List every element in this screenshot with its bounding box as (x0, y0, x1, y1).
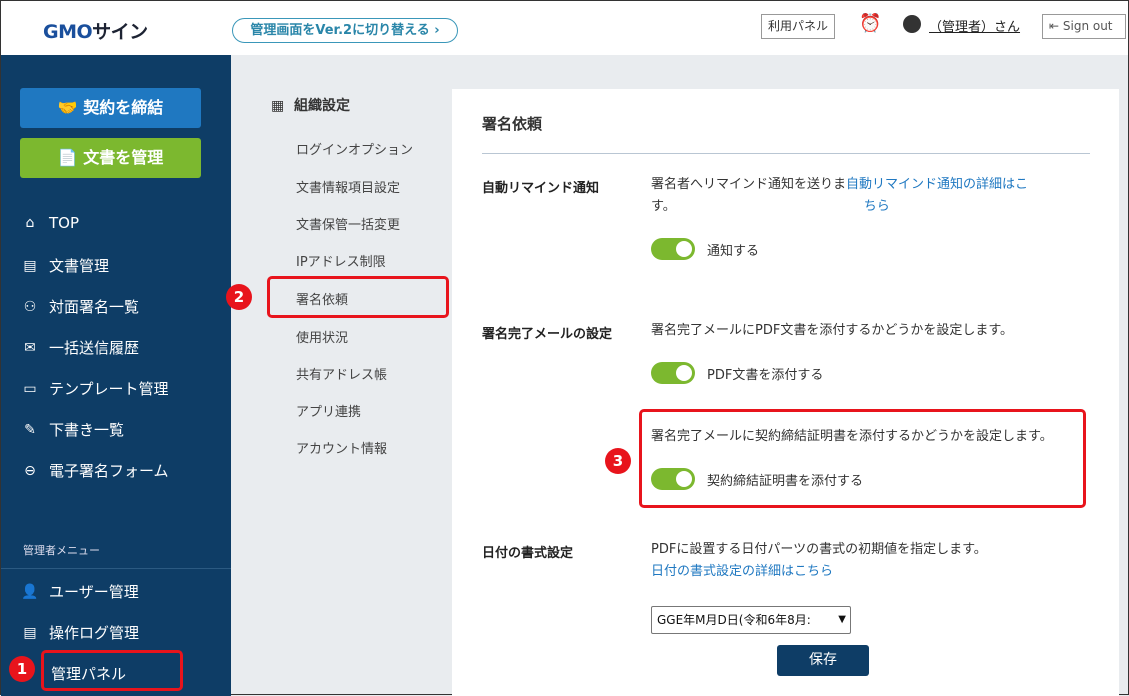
settings-card: 署名依頼 自動リマインド通知 署名者へリマインド通知を送りま自動リマインド通知の… (452, 89, 1119, 696)
logo[interactable]: GMOサイン (43, 17, 148, 44)
highlight-box-3 (639, 409, 1086, 508)
nav-logs[interactable]: ▤ 操作ログ管理 (21, 622, 139, 643)
submenu-heading: ▦ 組織設定 (271, 98, 350, 114)
settings-submenu: ▦ 組織設定 ログインオプション 文書情報項目設定 文書保管一括変更 IPアドレ… (231, 59, 451, 696)
submenu-item[interactable]: ログインオプション (296, 139, 413, 158)
annotation-badge-1: 1 (9, 656, 35, 682)
admin-menu-heading: 管理者メニュー (23, 544, 100, 557)
submenu-item[interactable]: 共有アドレス帳 (296, 364, 387, 383)
toggle-switch[interactable] (651, 238, 695, 260)
user-link[interactable]: （管理者）さん (929, 16, 1020, 35)
toggle-switch[interactable] (651, 362, 695, 384)
tray-icon: ▭ (23, 380, 37, 397)
document-icon: ▤ (23, 257, 37, 274)
save-button[interactable]: 保存 (777, 645, 869, 676)
mail-icon: ✉ (24, 339, 36, 356)
divider (482, 153, 1090, 154)
alarm-icon[interactable]: ⏰ (859, 13, 881, 34)
remind-label: 自動リマインド通知 (482, 181, 600, 196)
user-icon: 👤 (21, 583, 39, 600)
annotation-badge-3: 3 (605, 448, 631, 474)
home-icon: ⌂ (25, 215, 35, 231)
annotation-badge-2: 2 (226, 284, 252, 310)
nav-in-person[interactable]: ⚇ 対面署名一覧 (21, 296, 139, 317)
sign-out-button[interactable]: ⇤ Sign out (1042, 14, 1126, 39)
contract-button[interactable]: 🤝 契約を締結 (20, 88, 201, 128)
nav-templates[interactable]: ▭ テンプレート管理 (21, 378, 168, 399)
nav-top[interactable]: ⌂ TOP (21, 214, 79, 232)
switch-version-button[interactable]: 管理画面をVer.2に切り替える › (232, 18, 458, 43)
submenu-item[interactable]: 使用状況 (296, 327, 348, 346)
building-icon: ▦ (271, 98, 285, 114)
submenu-item[interactable]: アカウント情報 (296, 438, 387, 457)
nav-documents[interactable]: ▤ 文書管理 (21, 255, 109, 276)
remind-text: 署名者へリマインド通知を送りま自動リマインド通知の詳細はこ す。 ちら (651, 177, 1029, 214)
date-format-select[interactable]: GGE年M月D日(令和6年8月: ▼ (651, 606, 851, 634)
highlight-box-2 (267, 276, 449, 318)
nav-users[interactable]: 👤 ユーザー管理 (21, 581, 138, 602)
submenu-item[interactable]: 文書保管一括変更 (296, 214, 400, 233)
complete-mail-label: 署名完了メールの設定 (482, 327, 613, 342)
page-title: 署名依頼 (482, 115, 543, 133)
log-icon: ▤ (23, 624, 37, 641)
link-icon: ⊖ (24, 462, 36, 479)
submenu-item[interactable]: IPアドレス制限 (296, 251, 386, 270)
complete-mail-text: 署名完了メールにPDF文書を添付するかどうかを設定します。 (651, 323, 1014, 338)
nav-signature-form[interactable]: ⊖ 電子署名フォーム (21, 460, 168, 481)
divider (1, 568, 231, 569)
submenu-item[interactable]: 文書情報項目設定 (296, 177, 400, 196)
remind-toggle[interactable]: 通知する (651, 238, 759, 260)
header: GMOサイン 管理画面をVer.2に切り替える › 利用パネル ⏰ （管理者）さ… (1, 1, 1128, 59)
people-icon: ⚇ (23, 298, 37, 315)
manage-docs-button[interactable]: 📄 文書を管理 (20, 138, 201, 178)
date-format-label: 日付の書式設定 (482, 546, 574, 561)
nav-drafts[interactable]: ✎ 下書き一覧 (21, 419, 124, 440)
user-avatar-icon (903, 15, 921, 33)
submenu-item[interactable]: アプリ連携 (296, 401, 361, 420)
sidebar: 🤝 契約を締結 📄 文書を管理 ⌂ TOP ▤ 文書管理 ⚇ 対面署名一覧 ✉ 一括送信… (1, 59, 231, 696)
remind-link[interactable]: 自動リマインド通知の詳細はこ (846, 177, 1028, 192)
date-format-link[interactable]: 日付の書式設定の詳細はこちら (651, 564, 833, 579)
chevron-down-icon: ▼ (838, 614, 846, 625)
usage-panel-button[interactable]: 利用パネル (761, 14, 835, 39)
date-format-text: PDFに設置する日付パーツの書式の初期値を指定します。 日付の書式設定の詳細はこち… (651, 542, 987, 579)
highlight-box-1 (41, 650, 183, 691)
pdf-attach-toggle[interactable]: PDF文書を添付する (651, 362, 823, 384)
draft-icon: ✎ (24, 421, 36, 438)
nav-bulk-history[interactable]: ✉ 一括送信履歴 (21, 337, 139, 358)
